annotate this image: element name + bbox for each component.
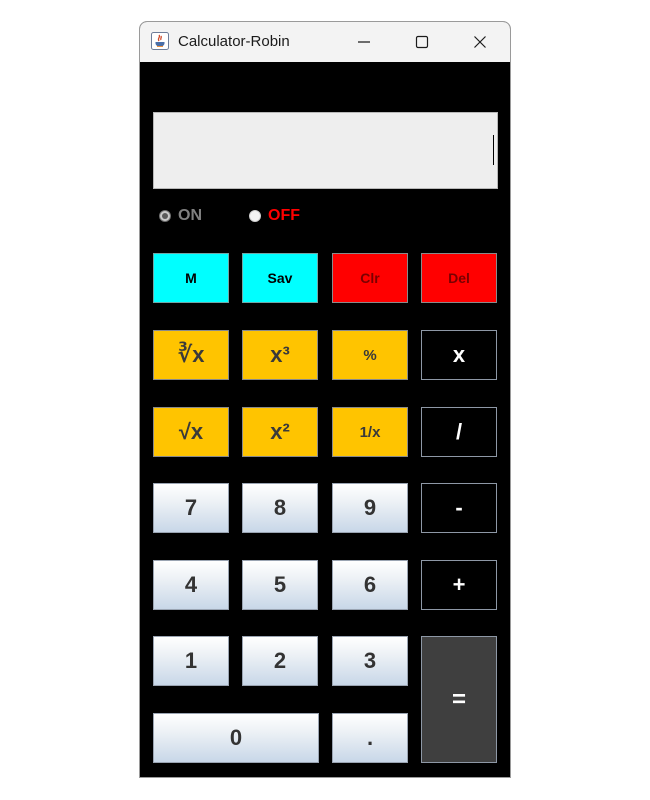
off-radio-button[interactable] [249, 210, 261, 222]
minimize-button[interactable] [336, 22, 392, 62]
close-button[interactable] [452, 22, 508, 62]
reciprocal-button[interactable]: 1/x [332, 407, 408, 457]
digit-6-button[interactable]: 6 [332, 560, 408, 610]
percent-button[interactable]: % [332, 330, 408, 380]
divide-button[interactable]: / [421, 407, 497, 457]
text-caret [493, 135, 494, 165]
java-app-icon [151, 32, 169, 50]
on-label: ON [178, 207, 202, 224]
off-label: OFF [268, 207, 300, 224]
digit-8-button[interactable]: 8 [242, 483, 318, 533]
digit-7-button[interactable]: 7 [153, 483, 229, 533]
square-root-button[interactable]: √x [153, 407, 229, 457]
save-button[interactable]: Sav [242, 253, 318, 303]
power-on-option[interactable]: ON [159, 206, 202, 226]
title-bar[interactable]: Calculator-Robin [140, 22, 510, 62]
cube-button[interactable]: x³ [242, 330, 318, 380]
digit-0-button[interactable]: 0 [153, 713, 319, 763]
clear-button[interactable]: Clr [332, 253, 408, 303]
square-button[interactable]: x² [242, 407, 318, 457]
subtract-button[interactable]: - [421, 483, 497, 533]
decimal-point-button[interactable]: . [332, 713, 408, 763]
memory-button[interactable]: M [153, 253, 229, 303]
calculator-window: Calculator-Robin ON OFF M Sav Clr Del ∛x… [139, 21, 511, 778]
on-radio-button[interactable] [159, 210, 171, 222]
equals-button[interactable]: = [421, 636, 497, 763]
window-title: Calculator-Robin [178, 33, 290, 50]
multiply-button[interactable]: x [421, 330, 497, 380]
digit-9-button[interactable]: 9 [332, 483, 408, 533]
digit-3-button[interactable]: 3 [332, 636, 408, 686]
digit-5-button[interactable]: 5 [242, 560, 318, 610]
minimize-icon [358, 41, 370, 43]
add-button[interactable]: + [421, 560, 497, 610]
close-icon [474, 36, 486, 48]
cube-root-button[interactable]: ∛x [153, 330, 229, 380]
power-off-option[interactable]: OFF [249, 206, 300, 226]
digit-2-button[interactable]: 2 [242, 636, 318, 686]
delete-button[interactable]: Del [421, 253, 497, 303]
digit-1-button[interactable]: 1 [153, 636, 229, 686]
maximize-button[interactable] [394, 22, 450, 62]
maximize-icon [415, 35, 429, 49]
calculator-display[interactable] [153, 112, 498, 189]
digit-4-button[interactable]: 4 [153, 560, 229, 610]
